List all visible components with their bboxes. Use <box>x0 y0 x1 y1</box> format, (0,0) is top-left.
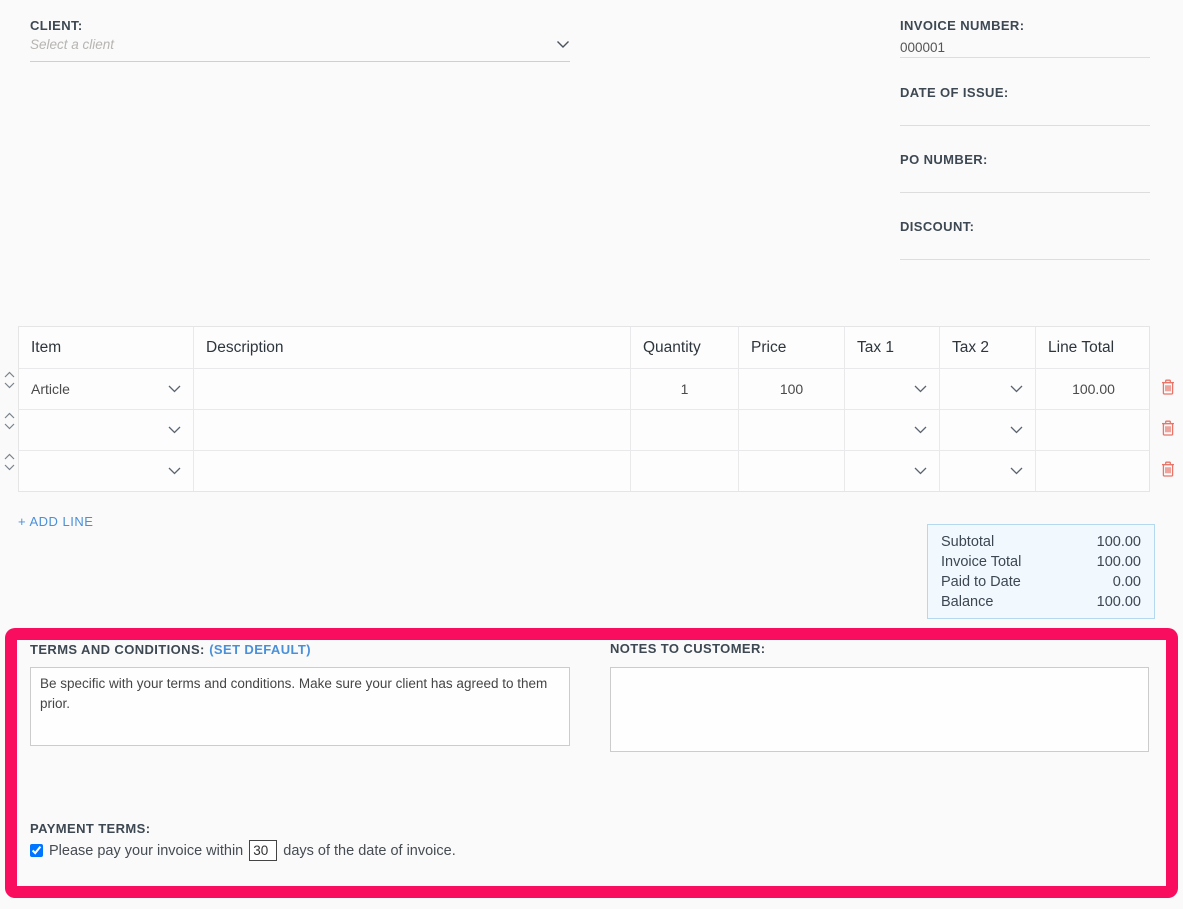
invoice-summary: Subtotal 100.00 Invoice Total 100.00 Pai… <box>927 524 1155 619</box>
discount-input[interactable] <box>900 240 1150 260</box>
summary-invoice-total-row: Invoice Total 100.00 <box>941 552 1141 572</box>
invoice-number-input[interactable] <box>900 38 1150 58</box>
move-up-icon[interactable] <box>4 412 15 419</box>
set-default-link[interactable]: (SET DEFAULT) <box>209 642 311 657</box>
payment-terms-row: Please pay your invoice within days of t… <box>30 840 456 861</box>
invoice-form: CLIENT: Select a client INVOICE NUMBER: … <box>0 0 1183 909</box>
chevron-down-icon <box>168 467 181 475</box>
invoice-number-label: INVOICE NUMBER: <box>900 18 1024 33</box>
quantity-input[interactable] <box>630 410 738 450</box>
delete-row-button[interactable] <box>1160 379 1175 395</box>
summary-value: 0.00 <box>1113 572 1141 592</box>
notes-textarea[interactable] <box>610 667 1149 752</box>
summary-label: Invoice Total <box>941 552 1021 572</box>
client-select[interactable]: Select a client <box>30 28 570 62</box>
col-header-description: Description <box>193 327 630 368</box>
line-items-table: Item Description Quantity Price Tax 1 Ta… <box>18 326 1150 492</box>
summary-value: 100.00 <box>1097 592 1141 612</box>
move-up-icon[interactable] <box>4 453 15 460</box>
line-total-value: 100.00 <box>1035 369 1151 409</box>
col-header-tax2: Tax 2 <box>939 327 1035 368</box>
col-header-line-total: Line Total <box>1035 327 1151 368</box>
item-select-value: Article <box>31 381 70 397</box>
summary-label: Balance <box>941 592 993 612</box>
line-total-value <box>1035 410 1151 450</box>
summary-paid-to-date-row: Paid to Date 0.00 <box>941 572 1141 592</box>
table-row: Article 1 100 100.00 <box>19 368 1149 409</box>
add-line-button[interactable]: + ADD LINE <box>18 514 93 529</box>
item-select[interactable] <box>19 451 193 491</box>
po-number-input[interactable] <box>900 173 1150 193</box>
tax1-select[interactable] <box>844 410 939 450</box>
summary-label: Paid to Date <box>941 572 1021 592</box>
move-down-icon[interactable] <box>4 423 15 430</box>
chevron-down-icon <box>168 385 181 393</box>
po-number-label: PO NUMBER: <box>900 152 988 167</box>
chevron-down-icon <box>1010 467 1023 475</box>
chevron-down-icon <box>1010 385 1023 393</box>
payment-terms-label: PAYMENT TERMS: <box>30 821 150 836</box>
chevron-down-icon <box>168 426 181 434</box>
col-header-quantity: Quantity <box>630 327 738 368</box>
move-down-icon[interactable] <box>4 464 15 471</box>
tax1-select[interactable] <box>844 369 939 409</box>
discount-label: DISCOUNT: <box>900 219 974 234</box>
quantity-input[interactable]: 1 <box>630 369 738 409</box>
price-input[interactable] <box>738 410 844 450</box>
tax2-select[interactable] <box>939 451 1035 491</box>
chevron-down-icon <box>1010 426 1023 434</box>
tax1-select[interactable] <box>844 451 939 491</box>
col-header-item: Item <box>19 327 193 368</box>
move-down-icon[interactable] <box>4 382 15 389</box>
payment-terms-text-before: Please pay your invoice within <box>49 843 243 859</box>
table-row <box>19 450 1149 491</box>
terms-label: TERMS AND CONDITIONS: <box>30 642 205 657</box>
date-of-issue-input[interactable] <box>900 106 1150 126</box>
summary-balance-row: Balance 100.00 <box>941 592 1141 612</box>
summary-value: 100.00 <box>1097 552 1141 572</box>
chevron-down-icon <box>914 467 927 475</box>
payment-days-input[interactable] <box>249 840 277 861</box>
tax2-select[interactable] <box>939 410 1035 450</box>
line-items-header-row: Item Description Quantity Price Tax 1 Ta… <box>19 327 1149 368</box>
col-header-price: Price <box>738 327 844 368</box>
line-total-value <box>1035 451 1151 491</box>
row-move-controls[interactable] <box>2 371 16 389</box>
col-header-tax1: Tax 1 <box>844 327 939 368</box>
client-select-placeholder: Select a client <box>30 37 114 52</box>
summary-subtotal-row: Subtotal 100.00 <box>941 532 1141 552</box>
move-up-icon[interactable] <box>4 371 15 378</box>
payment-terms-checkbox[interactable] <box>30 844 43 857</box>
trash-icon <box>1161 379 1175 395</box>
trash-icon <box>1161 420 1175 436</box>
description-input[interactable] <box>193 410 630 450</box>
description-input[interactable] <box>193 369 630 409</box>
payment-terms-text-after: days of the date of invoice. <box>283 843 456 859</box>
terms-heading: TERMS AND CONDITIONS: (SET DEFAULT) <box>30 641 311 659</box>
trash-icon <box>1161 461 1175 477</box>
terms-textarea[interactable]: Be specific with your terms and conditio… <box>30 667 570 746</box>
price-input[interactable] <box>738 451 844 491</box>
date-of-issue-label: DATE OF ISSUE: <box>900 85 1009 100</box>
delete-row-button[interactable] <box>1160 420 1175 436</box>
chevron-down-icon <box>914 426 927 434</box>
quantity-input[interactable] <box>630 451 738 491</box>
description-input[interactable] <box>193 451 630 491</box>
row-move-controls[interactable] <box>2 412 16 430</box>
delete-row-button[interactable] <box>1160 461 1175 477</box>
tax2-select[interactable] <box>939 369 1035 409</box>
price-input[interactable]: 100 <box>738 369 844 409</box>
row-move-controls[interactable] <box>2 453 16 471</box>
item-select[interactable] <box>19 410 193 450</box>
notes-label: NOTES TO CUSTOMER: <box>610 641 766 656</box>
summary-label: Subtotal <box>941 532 994 552</box>
summary-value: 100.00 <box>1097 532 1141 552</box>
chevron-down-icon <box>556 40 570 49</box>
table-row <box>19 409 1149 450</box>
item-select[interactable]: Article <box>19 369 193 409</box>
chevron-down-icon <box>914 385 927 393</box>
